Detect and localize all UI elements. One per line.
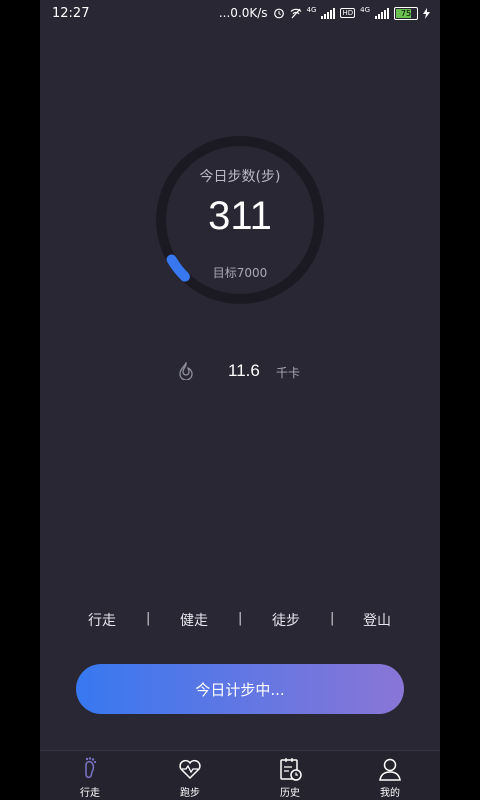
charging-icon	[423, 7, 430, 19]
walk-mode-tabs: 行走 | 健走 | 徒步 | 登山	[40, 610, 440, 630]
user-icon	[379, 758, 401, 781]
mode-tab-walk[interactable]: 行走	[88, 610, 116, 630]
heartbeat-icon	[179, 759, 201, 780]
history-icon	[280, 758, 302, 781]
today-steps-label: 今日步数(步)	[199, 169, 281, 185]
mode-tab-hike[interactable]: 徒步	[272, 610, 300, 630]
battery-icon: 75	[394, 6, 418, 20]
app-screen: 12:27 ...0.0K/s 4G HD 4G 75 今日步数(步) 311 …	[40, 0, 440, 800]
nav-item-me[interactable]: 我的	[350, 753, 430, 799]
status-bar: 12:27 ...0.0K/s 4G HD 4G 75	[40, 0, 440, 28]
nav-label-history: 历史	[280, 788, 300, 799]
nav-label-me: 我的	[380, 788, 400, 799]
signal-label-1: 4G	[306, 6, 317, 14]
mode-tab-brisk-walk[interactable]: 健走	[180, 610, 208, 630]
nav-label-walk: 行走	[80, 788, 100, 799]
signal-label-2: 4G	[360, 6, 370, 14]
hd-badge: HD	[340, 8, 356, 18]
wifi-off-icon	[290, 8, 301, 19]
mode-divider: |	[238, 611, 243, 626]
network-speed: ...0.0K/s	[218, 6, 268, 20]
step-count: 311	[208, 194, 272, 238]
nav-item-walk[interactable]: 行走	[50, 753, 130, 799]
status-icons: ...0.0K/s 4G HD 4G 75	[219, 6, 430, 20]
bottom-nav: 行走 跑步 历史 我的	[40, 750, 440, 800]
nav-item-run[interactable]: 跑步	[150, 753, 230, 799]
counting-status-button[interactable]: 今日计步中...	[76, 664, 404, 714]
footprint-icon	[85, 757, 97, 779]
step-goal: 目标7000	[212, 266, 268, 280]
nav-item-history[interactable]: 历史	[250, 753, 330, 799]
calories-value: 11.6	[228, 361, 260, 380]
signal-bars-icon-2	[375, 7, 389, 19]
alarm-icon	[273, 8, 284, 19]
flame-icon	[179, 362, 193, 380]
mode-tab-climb[interactable]: 登山	[363, 610, 391, 630]
mode-divider: |	[330, 611, 335, 626]
nav-label-run: 跑步	[180, 788, 200, 799]
mode-divider: |	[146, 611, 151, 626]
status-time: 12:27	[52, 6, 90, 21]
calories-unit: 千卡	[276, 366, 301, 380]
signal-bars-icon	[321, 7, 336, 19]
